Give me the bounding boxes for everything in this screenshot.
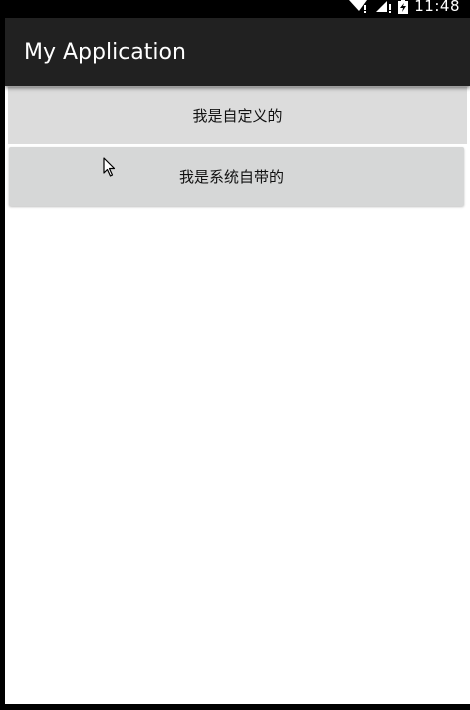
battery-charging-icon: [398, 0, 409, 14]
status-time: 11:48: [414, 0, 460, 15]
app-bar: My Application: [5, 18, 470, 86]
mouse-cursor-icon: [103, 157, 116, 177]
status-bar: 11:48: [0, 0, 470, 18]
custom-button[interactable]: 我是自定义的: [8, 87, 467, 144]
signal-icon: [376, 1, 392, 13]
status-icons: 11:48: [348, 0, 460, 15]
app-title: My Application: [24, 40, 186, 65]
main-content: 我是自定义的 我是系统自带的: [5, 86, 470, 704]
system-button[interactable]: 我是系统自带的: [9, 147, 464, 206]
wifi-icon: [349, 0, 368, 13]
phone-screen: 11:48 My Application 我是自定义的 我是系统自带的: [0, 0, 470, 710]
